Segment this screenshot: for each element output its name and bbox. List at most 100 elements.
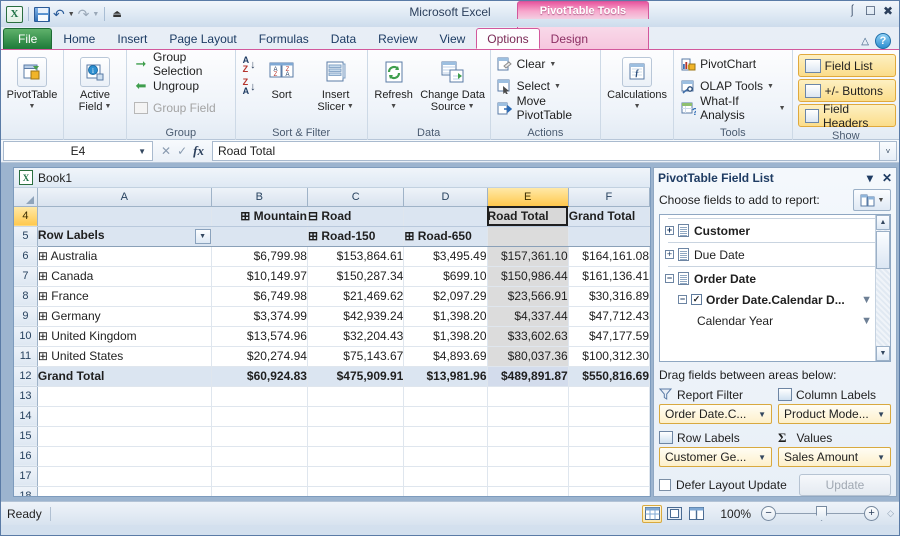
cell-c11[interactable]: $75,143.67 xyxy=(307,346,403,366)
field-item-calendar-year[interactable]: Calendar Year ▼ xyxy=(660,310,890,331)
cell-b17[interactable] xyxy=(211,466,307,486)
field-list-box[interactable]: + Customer + Due Date − Order Date xyxy=(659,214,891,362)
chevron-down-icon[interactable]: ▼ xyxy=(138,147,146,156)
cell-f7[interactable]: $161,136.41 xyxy=(568,266,649,286)
redo-dropdown-icon[interactable]: ▼ xyxy=(92,11,99,18)
cell-b18[interactable] xyxy=(211,486,307,496)
cell-f14[interactable] xyxy=(568,406,649,426)
enter-formula-icon[interactable]: ✓ xyxy=(177,144,187,158)
insert-slicer-button[interactable]: Insert Slicer ▼ xyxy=(308,53,364,113)
cell-f4[interactable]: Grand Total xyxy=(568,206,649,226)
cell-d15[interactable] xyxy=(404,426,487,446)
page-break-preview-button[interactable] xyxy=(686,505,706,523)
tab-file[interactable]: File xyxy=(3,28,52,49)
zoom-out-button[interactable]: − xyxy=(761,506,776,521)
cell-d8[interactable]: $2,097.29 xyxy=(404,286,487,306)
cell-a10[interactable]: ⊞ United Kingdom xyxy=(37,326,211,346)
chevron-down-icon[interactable]: ▼ xyxy=(554,83,561,90)
field-item-due-date[interactable]: + Due Date xyxy=(660,244,890,265)
pivotchart-button[interactable]: PivotChart xyxy=(677,53,789,75)
clear-button[interactable]: Clear ▼ xyxy=(494,53,597,75)
zoom-slider[interactable]: − + xyxy=(761,506,879,521)
cell-c13[interactable] xyxy=(307,386,403,406)
select-all-corner[interactable] xyxy=(14,188,37,206)
close-button[interactable]: ✖ xyxy=(883,5,893,17)
minimize-button[interactable]: ⎰ xyxy=(846,5,858,17)
cell-e15[interactable] xyxy=(487,426,568,446)
cell-b16[interactable] xyxy=(211,446,307,466)
row-header-10[interactable]: 10 xyxy=(14,326,37,346)
row-header-17[interactable]: 17 xyxy=(14,466,37,486)
tab-view[interactable]: View xyxy=(429,28,477,49)
pivottable-button[interactable]: PivotTable ▼ xyxy=(4,53,60,113)
cell-b8[interactable]: $6,749.98 xyxy=(211,286,307,306)
change-data-source-button[interactable]: Change Data Source ▼ xyxy=(419,53,487,113)
cell-a18[interactable] xyxy=(37,486,211,496)
cell-b11[interactable]: $20,274.94 xyxy=(211,346,307,366)
zoom-level-label[interactable]: 100% xyxy=(720,507,751,521)
chevron-down-icon[interactable]: ▼ xyxy=(390,101,397,113)
column-header-f[interactable]: F xyxy=(568,188,649,206)
spreadsheet-grid[interactable]: A B C D E F 4 ⊞ Mountain ⊟ Road xyxy=(14,188,650,496)
expander-icon[interactable]: − xyxy=(678,295,687,304)
cell-a8[interactable]: ⊞ France xyxy=(37,286,211,306)
tab-insert[interactable]: Insert xyxy=(106,28,158,49)
chevron-down-icon[interactable]: ▼ xyxy=(549,61,556,68)
cell-b13[interactable] xyxy=(211,386,307,406)
sort-ascending-button[interactable]: AZ ↓ xyxy=(243,56,256,74)
cell-e4[interactable]: Road Total xyxy=(487,206,568,226)
cell-a16[interactable] xyxy=(37,446,211,466)
chevron-down-icon[interactable]: ▼ xyxy=(878,197,885,204)
cell-e8[interactable]: $23,566.91 xyxy=(487,286,568,306)
row-header-7[interactable]: 7 xyxy=(14,266,37,286)
normal-view-button[interactable] xyxy=(642,505,662,523)
field-item-order-date[interactable]: − Order Date xyxy=(660,268,890,289)
cell-e18[interactable] xyxy=(487,486,568,496)
formula-input[interactable]: Road Total xyxy=(212,141,879,161)
cell-a7[interactable]: ⊞ Canada xyxy=(37,266,211,286)
column-header-e[interactable]: E xyxy=(487,188,568,206)
cell-b10[interactable]: $13,574.96 xyxy=(211,326,307,346)
cell-d5[interactable]: ⊞ Road-650 xyxy=(404,226,487,246)
cell-e10[interactable]: $33,602.63 xyxy=(487,326,568,346)
cell-c4[interactable]: ⊟ Road xyxy=(307,206,403,226)
cell-e9[interactable]: $4,337.44 xyxy=(487,306,568,326)
column-header-b[interactable]: B xyxy=(211,188,307,206)
what-if-analysis-button[interactable]: ? What-If Analysis ▼ xyxy=(677,97,789,119)
cell-b7[interactable]: $10,149.97 xyxy=(211,266,307,286)
row-header-5[interactable]: 5 xyxy=(14,226,37,246)
help-icon[interactable]: ? xyxy=(875,33,891,49)
cell-c18[interactable] xyxy=(307,486,403,496)
undo-icon[interactable]: ↶ xyxy=(53,7,65,21)
cell-a14[interactable] xyxy=(37,406,211,426)
cell-d9[interactable]: $1,398.20 xyxy=(404,306,487,326)
row-header-15[interactable]: 15 xyxy=(14,426,37,446)
cell-c9[interactable]: $42,939.24 xyxy=(307,306,403,326)
pill-column-labels[interactable]: Product Mode... ▼ xyxy=(778,404,891,424)
resize-grip-icon[interactable]: ◇ xyxy=(887,508,893,519)
field-list-scrollbar[interactable]: ▲ ▼ xyxy=(875,215,890,361)
row-header-11[interactable]: 11 xyxy=(14,346,37,366)
chevron-down-icon[interactable]: ▼ xyxy=(779,105,786,112)
filter-icon[interactable]: ▼ xyxy=(861,294,872,306)
cell-b6[interactable]: $6,799.98 xyxy=(211,246,307,266)
chevron-down-icon[interactable]: ▼ xyxy=(104,101,111,113)
sort-button[interactable]: A Z Z A Sort xyxy=(260,53,304,101)
close-icon[interactable]: ✕ xyxy=(882,171,892,185)
cell-f11[interactable]: $100,312.30 xyxy=(568,346,649,366)
zoom-in-button[interactable]: + xyxy=(864,506,879,521)
cell-d12[interactable]: $13,981.96 xyxy=(404,366,487,386)
expand-formula-bar-icon[interactable]: ˅ xyxy=(879,141,897,161)
pill-report-filter[interactable]: Order Date.C... ▼ xyxy=(659,404,772,424)
cell-d11[interactable]: $4,893.69 xyxy=(404,346,487,366)
cell-e7[interactable]: $150,986.44 xyxy=(487,266,568,286)
cell-a11[interactable]: ⊞ United States xyxy=(37,346,211,366)
cell-d14[interactable] xyxy=(404,406,487,426)
cell-c6[interactable]: $153,864.61 xyxy=(307,246,403,266)
cell-f13[interactable] xyxy=(568,386,649,406)
pill-row-labels[interactable]: Customer Ge... ▼ xyxy=(659,447,772,467)
row-header-8[interactable]: 8 xyxy=(14,286,37,306)
insert-function-icon[interactable]: fx xyxy=(193,143,204,159)
cell-d13[interactable] xyxy=(404,386,487,406)
field-headers-toggle[interactable]: Field Headers xyxy=(798,104,896,127)
